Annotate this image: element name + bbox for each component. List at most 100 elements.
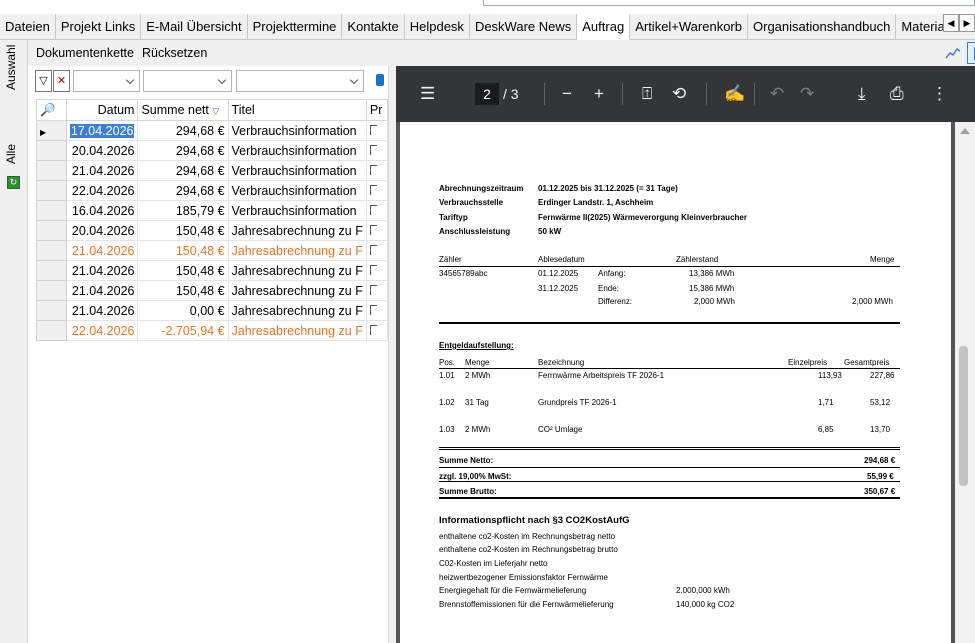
preview-panel-toggle-icon[interactable] bbox=[967, 42, 975, 64]
row-selector[interactable] bbox=[36, 260, 67, 281]
cell-pr[interactable] bbox=[365, 320, 389, 341]
search-column-header[interactable]: 🔎 bbox=[36, 99, 67, 121]
cell-datum[interactable]: 21.04.2026 bbox=[65, 160, 139, 181]
column-titel[interactable]: Titel bbox=[227, 99, 367, 121]
cell-pr[interactable] bbox=[365, 160, 389, 181]
tab-dateien[interactable]: Dateien bbox=[0, 14, 56, 40]
redo-icon[interactable]: ↷ bbox=[800, 84, 814, 104]
row-selector[interactable] bbox=[36, 320, 67, 341]
filter-combo-1[interactable] bbox=[73, 70, 140, 92]
cell-titel[interactable]: Verbrauchsinformation bbox=[227, 200, 367, 221]
page-number-input[interactable]: 2 bbox=[475, 83, 499, 105]
row-selector[interactable] bbox=[36, 240, 67, 261]
cell-summe[interactable]: 150,48 € bbox=[137, 280, 229, 301]
refresh-icon[interactable]: ↻ bbox=[7, 176, 20, 189]
tab-helpdesk[interactable]: Helpdesk bbox=[405, 14, 470, 40]
table-row[interactable]: 16.04.2026 185,79 € Verbrauchsinformation bbox=[36, 200, 389, 221]
cell-summe[interactable]: 150,48 € bbox=[137, 260, 229, 281]
fit-page-icon[interactable]: ⍐ bbox=[642, 84, 652, 104]
tab-deskware-news[interactable]: DeskWare News bbox=[470, 14, 578, 40]
dokumentenkette-button[interactable]: Dokumentenkette bbox=[36, 46, 134, 60]
row-selector[interactable] bbox=[36, 180, 67, 201]
cell-summe[interactable]: -2.705,94 € bbox=[137, 320, 229, 341]
print-icon[interactable]: ⎙ bbox=[890, 84, 904, 104]
checkbox[interactable] bbox=[369, 144, 377, 155]
row-selector[interactable] bbox=[36, 220, 67, 241]
cell-summe[interactable]: 185,79 € bbox=[137, 200, 229, 221]
checkbox[interactable] bbox=[369, 204, 377, 215]
cell-pr[interactable] bbox=[365, 120, 389, 141]
zoom-out-icon[interactable]: − bbox=[562, 84, 572, 104]
table-row[interactable]: 21.04.2026 0,00 € Jahresabrechnung zu F bbox=[36, 300, 389, 321]
top-input-edge[interactable] bbox=[483, 0, 975, 6]
cell-pr[interactable] bbox=[365, 180, 389, 201]
column-datum[interactable]: Datum bbox=[65, 99, 139, 121]
tab-kontakte[interactable]: Kontakte bbox=[342, 14, 405, 40]
checkbox[interactable] bbox=[369, 244, 377, 255]
menu-icon[interactable]: ☰ bbox=[420, 84, 435, 104]
cell-titel[interactable]: Jahresabrechnung zu F bbox=[227, 260, 367, 281]
cell-titel[interactable]: Verbrauchsinformation bbox=[227, 180, 367, 201]
checkbox[interactable] bbox=[369, 224, 377, 235]
download-icon[interactable]: ⤓ bbox=[858, 84, 866, 104]
tab-scroll-left-icon[interactable]: ◀ bbox=[943, 14, 959, 32]
table-row[interactable]: 21.04.2026 150,48 € Jahresabrechnung zu F bbox=[36, 260, 389, 281]
filter-combo-3[interactable] bbox=[236, 70, 364, 92]
row-selector[interactable]: ▶ bbox=[36, 120, 67, 141]
filter-icon[interactable]: ▽ bbox=[35, 70, 52, 92]
checkbox[interactable] bbox=[369, 184, 377, 195]
cell-datum[interactable]: 17.04.2026 bbox=[65, 120, 139, 141]
zoom-in-icon[interactable]: + bbox=[594, 84, 604, 104]
cell-datum[interactable]: 21.04.2026 bbox=[65, 240, 139, 261]
table-row[interactable]: 22.04.2026 -2.705,94 € Jahresabrechnung zu… bbox=[36, 320, 389, 341]
blue-action-icon[interactable] bbox=[376, 74, 384, 86]
cell-datum[interactable]: 21.04.2026 bbox=[65, 260, 139, 281]
table-row[interactable]: 21.04.2026 150,48 € Jahresabrechnung zu F bbox=[36, 280, 389, 301]
filter-combo-2[interactable] bbox=[143, 70, 232, 92]
panel-splitter[interactable] bbox=[388, 66, 396, 643]
more-options-icon[interactable]: ⋮ bbox=[931, 84, 948, 104]
cell-pr[interactable] bbox=[365, 140, 389, 161]
row-selector[interactable] bbox=[36, 140, 67, 161]
cell-pr[interactable] bbox=[365, 200, 389, 221]
clear-filter-icon[interactable]: ✕ bbox=[53, 70, 70, 92]
rotate-icon[interactable]: ⟲ bbox=[672, 84, 686, 104]
cell-summe[interactable]: 0,00 € bbox=[137, 300, 229, 321]
cell-summe[interactable]: 150,48 € bbox=[137, 240, 229, 261]
tab-e-mail-übersicht[interactable]: E-Mail Übersicht bbox=[141, 14, 248, 40]
cell-summe[interactable]: 294,68 € bbox=[137, 120, 229, 141]
trend-chart-icon[interactable] bbox=[944, 44, 962, 62]
cell-pr[interactable] bbox=[365, 300, 389, 321]
cell-datum[interactable]: 16.04.2026 bbox=[65, 200, 139, 221]
checkbox[interactable] bbox=[369, 124, 377, 135]
cell-titel[interactable]: Jahresabrechnung zu F bbox=[227, 220, 367, 241]
cell-titel[interactable]: Jahresabrechnung zu F bbox=[227, 280, 367, 301]
tab-projekttermine[interactable]: Projekttermine bbox=[248, 14, 343, 40]
tab-artikel-warenkorb[interactable]: Artikel+Warenkorb bbox=[630, 14, 748, 40]
checkbox[interactable] bbox=[369, 284, 377, 295]
cell-pr[interactable] bbox=[365, 240, 389, 261]
table-row[interactable]: ▶ 17.04.2026 294,68 € Verbrauchsinformation bbox=[36, 120, 389, 141]
cell-datum[interactable]: 21.04.2026 bbox=[65, 300, 139, 321]
cell-pr[interactable] bbox=[365, 220, 389, 241]
cell-titel[interactable]: Jahresabrechnung zu F bbox=[227, 320, 367, 341]
annotate-icon[interactable]: ✍ bbox=[724, 84, 745, 104]
table-row[interactable]: 22.04.2026 294,68 € Verbrauchsinformation bbox=[36, 180, 389, 201]
column-pr[interactable]: Pr bbox=[365, 99, 389, 121]
scroll-up-icon[interactable] bbox=[960, 128, 970, 134]
pdf-scrollbar[interactable] bbox=[955, 122, 975, 643]
tab-projekt-links[interactable]: Projekt Links bbox=[56, 14, 142, 40]
cell-titel[interactable]: Verbrauchsinformation bbox=[227, 140, 367, 161]
row-selector[interactable] bbox=[36, 200, 67, 221]
tab-organisationshandbuch[interactable]: Organisationshandbuch bbox=[748, 14, 897, 40]
scroll-thumb[interactable] bbox=[959, 346, 968, 486]
cell-summe[interactable]: 294,68 € bbox=[137, 160, 229, 181]
checkbox[interactable] bbox=[369, 304, 377, 315]
ruecksetzen-button[interactable]: Rücksetzen bbox=[142, 46, 207, 60]
cell-summe[interactable]: 294,68 € bbox=[137, 140, 229, 161]
cell-datum[interactable]: 21.04.2026 bbox=[65, 280, 139, 301]
table-row[interactable]: 20.04.2026 150,48 € Jahresabrechnung zu F bbox=[36, 220, 389, 241]
cell-pr[interactable] bbox=[365, 260, 389, 281]
checkbox[interactable] bbox=[369, 264, 377, 275]
cell-summe[interactable]: 150,48 € bbox=[137, 220, 229, 241]
